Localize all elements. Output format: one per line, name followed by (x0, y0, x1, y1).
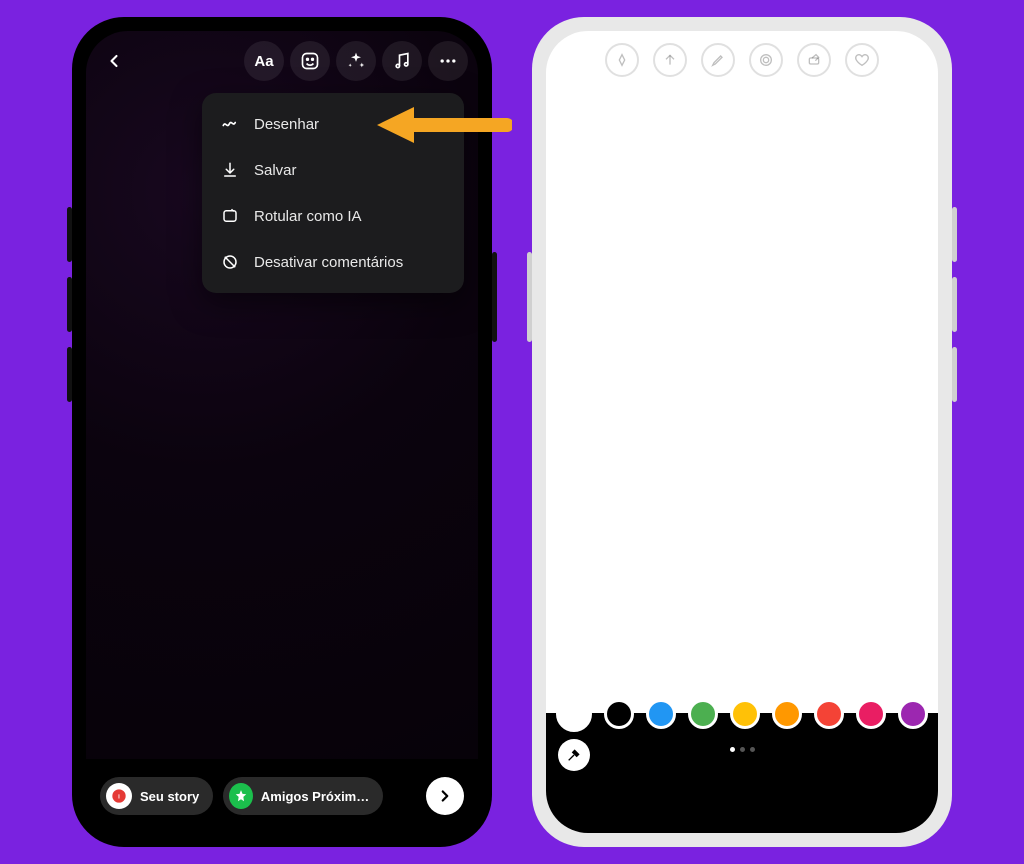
neon-icon (758, 52, 774, 68)
color-swatch-blue[interactable] (646, 699, 676, 729)
download-icon (220, 161, 240, 179)
page-dot (730, 747, 735, 752)
more-horizontal-icon (438, 51, 458, 71)
effects-tool-button[interactable] (336, 41, 376, 81)
palette-page-dots (546, 747, 938, 752)
brush-heart-button[interactable] (845, 43, 879, 77)
color-swatch-pink[interactable] (856, 699, 886, 729)
sticker-icon (300, 51, 320, 71)
chip-label: Amigos Próxim… (261, 789, 369, 804)
volume-button (952, 347, 957, 402)
text-tool-icon: Aa (254, 53, 273, 70)
music-tool-button[interactable] (382, 41, 422, 81)
text-tool-button[interactable]: Aa (244, 41, 284, 81)
chevron-right-icon (436, 787, 454, 805)
close-friends-star-icon (229, 783, 253, 809)
color-swatch-yellow[interactable] (730, 699, 760, 729)
power-button (527, 252, 532, 342)
your-story-chip[interactable]: i Seu story (100, 777, 213, 815)
disable-comments-icon (220, 253, 240, 271)
more-options-menu: Desenhar Salvar Rotular como IA Desativa… (202, 93, 464, 293)
page-dot (750, 747, 755, 752)
draw-mode-screen (546, 31, 938, 833)
volume-button (952, 277, 957, 332)
color-swatch-orange[interactable] (772, 699, 802, 729)
volume-button (952, 207, 957, 262)
color-swatch-purple[interactable] (898, 699, 928, 729)
menu-item-label: Salvar (254, 162, 297, 179)
back-button[interactable] (96, 43, 132, 79)
page-dot (740, 747, 745, 752)
squiggle-icon (220, 115, 240, 133)
color-swatch-green[interactable] (688, 699, 718, 729)
heart-icon (854, 52, 870, 68)
menu-item-disable-comments[interactable]: Desativar comentários (202, 239, 464, 285)
brush-marker-button[interactable] (605, 43, 639, 77)
phone-frame-left: Aa Desen (72, 17, 492, 847)
menu-item-label-ai[interactable]: Rotular como IA (202, 193, 464, 239)
brush-toolbar (546, 31, 938, 77)
brush-eraser-button[interactable] (797, 43, 831, 77)
avatar-icon: i (106, 783, 132, 809)
eyedropper-button[interactable] (558, 739, 590, 771)
volume-button (67, 277, 72, 332)
menu-item-label: Desativar comentários (254, 254, 403, 271)
volume-button (67, 347, 72, 402)
music-icon (392, 51, 412, 71)
brush-arrow-button[interactable] (653, 43, 687, 77)
phone-frame-right (532, 17, 952, 847)
label-ai-icon (220, 207, 240, 225)
chevron-left-icon (104, 51, 124, 71)
close-friends-chip[interactable]: Amigos Próxim… (223, 777, 383, 815)
marker-icon (614, 52, 630, 68)
color-swatch-red[interactable] (814, 699, 844, 729)
color-palette (546, 699, 938, 732)
story-share-bar: i Seu story Amigos Próxim… (86, 759, 478, 833)
sparkle-icon (346, 51, 366, 71)
brush-highlighter-button[interactable] (701, 43, 735, 77)
menu-item-draw[interactable]: Desenhar (202, 101, 464, 147)
story-top-toolbar: Aa (86, 31, 478, 81)
story-tool-row: Aa (244, 41, 468, 81)
more-tool-button[interactable] (428, 41, 468, 81)
eraser-icon (806, 52, 822, 68)
arrow-up-icon (662, 52, 678, 68)
menu-item-save[interactable]: Salvar (202, 147, 464, 193)
menu-item-label: Desenhar (254, 116, 319, 133)
sticker-tool-button[interactable] (290, 41, 330, 81)
story-editor-screen: Aa Desen (86, 31, 478, 833)
draw-bottom-bar (546, 713, 938, 833)
power-button (492, 252, 497, 342)
next-button[interactable] (426, 777, 464, 815)
color-swatch-black[interactable] (604, 699, 634, 729)
volume-button (67, 207, 72, 262)
brush-neon-button[interactable] (749, 43, 783, 77)
color-swatch-white[interactable] (556, 696, 592, 732)
highlighter-icon (710, 52, 726, 68)
chip-label: Seu story (140, 789, 199, 804)
menu-item-label: Rotular como IA (254, 208, 362, 225)
